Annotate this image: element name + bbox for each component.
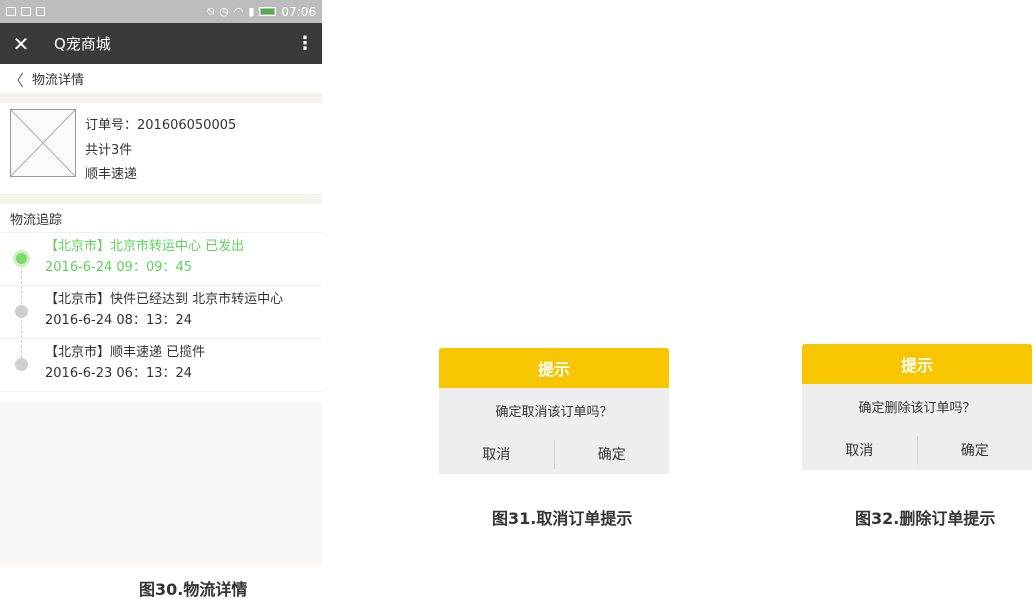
- app-bar: ✕ Q宠商城 ⋮: [0, 23, 322, 64]
- tracking-title: 物流追踪: [0, 204, 322, 233]
- tracking-item: 【北京市】顺丰速递 已揽件 2016-6-23 06：13：24: [0, 339, 322, 392]
- dialog-message: 确定取消该订单吗？: [495, 405, 613, 420]
- keyboard-icon: [21, 7, 31, 16]
- tracking-list: 【北京市】北京市转运中心 已发出 2016-6-24 09：09：45 【北京市…: [0, 233, 322, 392]
- order-summary: 订单号：201606050005 共计3件 顺丰速递: [0, 103, 322, 194]
- app-title: Q宠商城: [54, 35, 111, 53]
- grid-icon: [36, 7, 45, 16]
- tracking-section: 物流追踪 【北京市】北京市转运中心 已发出 2016-6-24 09：09：45…: [0, 204, 322, 402]
- battery-icon: [259, 7, 277, 16]
- cancel-order-dialog: 提示 确定取消该订单吗？ 取消 确定: [439, 348, 669, 474]
- tracking-item: 【北京市】北京市转运中心 已发出 2016-6-24 09：09：45: [0, 233, 322, 286]
- cancel-button[interactable]: 取消: [439, 433, 554, 474]
- dialog-title: 提示: [802, 344, 1032, 384]
- timeline-dot: [15, 358, 28, 371]
- alarm-icon: ◷: [219, 5, 229, 18]
- phone-screenshot: ⍉ ◷ ◠ ▮ 07:06 ✕ Q宠商城 ⋮ 〈 物流详情 订单号：201606…: [0, 0, 322, 567]
- tracking-place: 【北京市】顺丰速递 已揽件: [45, 345, 206, 360]
- tracking-time: 2016-6-24 09：09：45: [45, 260, 193, 275]
- page-title: 物流详情: [32, 73, 85, 88]
- divider: [0, 93, 322, 103]
- close-icon[interactable]: ✕: [10, 34, 32, 54]
- tracking-place: 【北京市】北京市转运中心 已发出: [45, 239, 245, 254]
- cancel-button[interactable]: 取消: [802, 429, 917, 470]
- image-icon: [6, 7, 16, 16]
- confirm-button[interactable]: 确定: [918, 429, 1033, 470]
- timeline-dot: [15, 305, 28, 318]
- status-bar: ⍉ ◷ ◠ ▮ 07:06: [0, 0, 322, 23]
- dialog-title: 提示: [439, 348, 669, 388]
- dialog-message: 确定删除该订单吗？: [858, 401, 976, 416]
- wifi-icon: ◠: [233, 5, 244, 18]
- tracking-time: 2016-6-24 08：13：24: [45, 313, 193, 328]
- product-image-placeholder: [10, 109, 76, 177]
- page-header: 〈 物流详情: [0, 64, 322, 93]
- status-time: 07:06: [281, 4, 316, 19]
- delete-order-dialog: 提示 确定删除该订单吗？ 取消 确定: [802, 344, 1032, 470]
- caption-fig31: 图31.取消订单提示: [492, 509, 633, 528]
- confirm-button[interactable]: 确定: [555, 433, 670, 474]
- more-icon[interactable]: ⋮: [296, 33, 314, 54]
- timeline-dot-active: [16, 253, 27, 264]
- back-icon[interactable]: 〈: [8, 67, 24, 91]
- tracking-place: 【北京市】快件已经达到 北京市转运中心: [45, 292, 284, 307]
- tracking-time: 2016-6-23 06：13：24: [45, 366, 193, 381]
- dialog-buttons: 取消 确定: [802, 429, 1032, 470]
- dialog-buttons: 取消 确定: [439, 433, 669, 474]
- tracking-item: 【北京市】快件已经达到 北京市转运中心 2016-6-24 08：13：24: [0, 286, 322, 339]
- signal-icon: ▮: [248, 5, 255, 18]
- mute-icon: ⍉: [207, 4, 215, 18]
- caption-fig30: 图30.物流详情: [139, 580, 248, 599]
- caption-fig32: 图32.删除订单提示: [855, 509, 996, 528]
- divider: [0, 194, 322, 204]
- order-number: 订单号：201606050005: [85, 118, 237, 133]
- order-carrier: 顺丰速递: [85, 167, 138, 182]
- order-count: 共计3件: [85, 142, 133, 158]
